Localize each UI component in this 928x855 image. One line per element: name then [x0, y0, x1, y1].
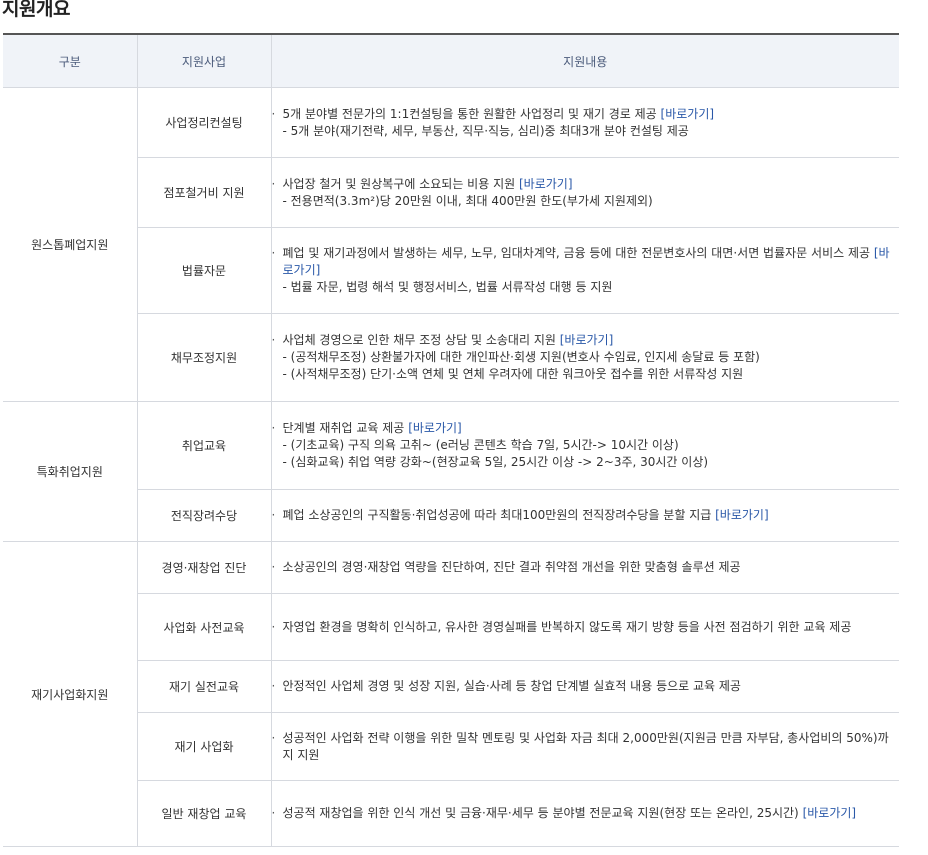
description-text: 자영업 환경을 명확히 인식하고, 유사한 경영실패를 반복하지 않도록 재기 …	[282, 619, 852, 634]
description-cell: 성공적 재창업을 위한 인식 개선 및 금융·재무·세무 등 분야별 전문교육 …	[271, 780, 900, 847]
description-main: 자영업 환경을 명확히 인식하고, 유사한 경영실패를 반복하지 않도록 재기 …	[272, 619, 900, 636]
shortcut-link[interactable]: [바로가기]	[803, 806, 857, 820]
description-sub: - 전용면적(3.3m²)당 20만원 이내, 최대 400만원 한도(부가세 …	[282, 193, 653, 208]
description-sub: - 법률 자문, 법령 해석 및 행정서비스, 법률 서류작성 대행 등 지원	[282, 280, 613, 294]
shortcut-link[interactable]: [바로가기]	[519, 177, 573, 191]
table-header-row: 구분 지원사업 지원내용	[3, 33, 899, 88]
description-sub: - (기초교육) 구직 의욕 고취~ (e러닝 콘텐츠 학습 7일, 5시간->…	[282, 438, 679, 452]
program-cell: 사업화 사전교육	[137, 593, 272, 661]
description-cell: 자영업 환경을 명확히 인식하고, 유사한 경영실패를 반복하지 않도록 재기 …	[271, 593, 900, 661]
program-cell: 법률자문	[137, 227, 272, 314]
program-cell: 취업교육	[137, 401, 272, 490]
description-main: 사업장 철거 및 원상복구에 소요되는 비용 지원 [바로가기]	[272, 176, 900, 193]
program-cell: 점포철거비 지원	[137, 157, 272, 228]
description-main: 5개 분야별 전문가의 1:1컨설팅을 통한 원활한 사업정리 및 재기 경로 …	[272, 106, 900, 123]
category-cell: 재기사업화지원	[3, 541, 138, 847]
header-program: 지원사업	[136, 33, 271, 88]
description-cell: 사업장 철거 및 원상복구에 소요되는 비용 지원 [바로가기] - 전용면적(…	[271, 157, 900, 228]
shortcut-link[interactable]: [바로가기]	[560, 333, 614, 347]
description-cell: 단계별 재취업 교육 제공 [바로가기] - (기초교육) 구직 의욕 고취~ …	[271, 401, 900, 490]
table-body: 원스톱폐업지원 사업정리컨설팅 5개 분야별 전문가의 1:1컨설팅을 통한 원…	[3, 87, 900, 847]
description-text: 폐업 및 재기과정에서 발생하는 세무, 노무, 임대차계약, 금융 등에 대한…	[282, 246, 871, 260]
description-text: 사업체 경영으로 인한 채무 조정 상담 및 소송대리 지원	[282, 333, 556, 347]
description-main: 폐업 소상공인의 구직활동·취업성공에 따라 최대100만원의 전직장려수당을 …	[272, 507, 900, 524]
category-cell: 원스톱폐업지원	[3, 87, 138, 402]
description-cell: 사업체 경영으로 인한 채무 조정 상담 및 소송대리 지원 [바로가기] - …	[271, 313, 900, 402]
table-row: 재기 실전교육 안정적인 사업체 경영 및 성장 지원, 실습·사례 등 창업 …	[3, 660, 900, 713]
program-cell: 일반 재창업 교육	[137, 780, 272, 847]
description-cell: 성공적인 사업화 전략 이행을 위한 밀착 멘토링 및 사업화 자금 최대 2,…	[271, 712, 900, 781]
shortcut-link[interactable]: [바로가기]	[408, 421, 462, 435]
program-cell: 경영·재창업 진단	[137, 541, 272, 594]
description-text: 안정적인 사업체 경영 및 성장 지원, 실습·사례 등 창업 단계별 실효적 …	[282, 679, 741, 693]
program-cell: 사업정리컨설팅	[137, 87, 272, 158]
description-sub: - 5개 분야(재기전략, 세무, 부동산, 직무·직능, 심리)중 최대3개 …	[282, 123, 689, 138]
program-cell: 재기 사업화	[137, 712, 272, 781]
description-sub: - (공적채무조정) 상환불가자에 대한 개인파산·회생 지원(변호사 수임료,…	[282, 350, 760, 364]
table-row: 재기 사업화 성공적인 사업화 전략 이행을 위한 밀착 멘토링 및 사업화 자…	[3, 712, 900, 781]
description-cell: 안정적인 사업체 경영 및 성장 지원, 실습·사례 등 창업 단계별 실효적 …	[271, 660, 900, 713]
header-category: 구분	[3, 33, 137, 88]
description-text: 소상공인의 경영·재창업 역량을 진단하여, 진단 결과 취약점 개선을 위한 …	[282, 560, 741, 574]
table-row: 특화취업지원 취업교육 단계별 재취업 교육 제공 [바로가기] - (기초교육…	[3, 401, 900, 542]
table-row: 법률자문 폐업 및 재기과정에서 발생하는 세무, 노무, 임대차계약, 금융 …	[3, 227, 900, 314]
page-title: 지원개요	[2, 0, 70, 20]
shortcut-link[interactable]: [바로가기]	[661, 107, 715, 121]
support-table: 구분 지원사업 지원내용 원스톱폐업지원 사업정리컨설팅 5개 분야별 전문가의…	[3, 33, 899, 847]
table-row: 전직장려수당 폐업 소상공인의 구직활동·취업성공에 따라 최대100만원의 전…	[3, 489, 900, 542]
program-cell: 채무조정지원	[137, 313, 272, 402]
shortcut-link[interactable]: [바로가기]	[715, 508, 769, 522]
description-main: 안정적인 사업체 경영 및 성장 지원, 실습·사례 등 창업 단계별 실효적 …	[272, 678, 900, 695]
description-text: 사업장 철거 및 원상복구에 소요되는 비용 지원	[282, 176, 516, 191]
description-main: 폐업 및 재기과정에서 발생하는 세무, 노무, 임대차계약, 금융 등에 대한…	[272, 245, 900, 279]
description-main: 소상공인의 경영·재창업 역량을 진단하여, 진단 결과 취약점 개선을 위한 …	[272, 559, 900, 576]
description-main: 성공적인 사업화 전략 이행을 위한 밀착 멘토링 및 사업화 자금 최대 2,…	[272, 730, 900, 764]
description-cell: 폐업 및 재기과정에서 발생하는 세무, 노무, 임대차계약, 금융 등에 대한…	[271, 227, 900, 314]
description-text: 단계별 재취업 교육 제공	[282, 421, 405, 435]
support-overview-page: 지원개요 구분 지원사업 지원내용 원스톱폐업지원 사업정리컨설팅 5개 분야별…	[0, 0, 928, 855]
header-content: 지원내용	[270, 33, 899, 88]
table-row: 원스톱폐업지원 사업정리컨설팅 5개 분야별 전문가의 1:1컨설팅을 통한 원…	[3, 87, 900, 402]
table-row: 채무조정지원 사업체 경영으로 인한 채무 조정 상담 및 소송대리 지원 [바…	[3, 313, 900, 402]
description-main: 단계별 재취업 교육 제공 [바로가기]	[272, 420, 900, 437]
description-sub: - (사적채무조정) 단기·소액 연체 및 연체 우려자에 대한 워크아웃 접수…	[282, 367, 744, 381]
table-row: 점포철거비 지원 사업장 철거 및 원상복구에 소요되는 비용 지원 [바로가기…	[3, 157, 900, 228]
description-cell: 5개 분야별 전문가의 1:1컨설팅을 통한 원활한 사업정리 및 재기 경로 …	[271, 87, 900, 158]
description-sub: - (심화교육) 취업 역량 강화~(현장교육 5일, 25시간 이상 -> 2…	[282, 455, 709, 469]
description-cell: 폐업 소상공인의 구직활동·취업성공에 따라 최대100만원의 전직장려수당을 …	[271, 489, 900, 542]
description-main: 성공적 재창업을 위한 인식 개선 및 금융·재무·세무 등 분야별 전문교육 …	[272, 805, 900, 822]
description-cell: 소상공인의 경영·재창업 역량을 진단하여, 진단 결과 취약점 개선을 위한 …	[271, 541, 900, 594]
description-text: 성공적 재창업을 위한 인식 개선 및 금융·재무·세무 등 분야별 전문교육 …	[282, 806, 799, 820]
table-row: 일반 재창업 교육 성공적 재창업을 위한 인식 개선 및 금융·재무·세무 등…	[3, 780, 900, 847]
description-main: 사업체 경영으로 인한 채무 조정 상담 및 소송대리 지원 [바로가기]	[272, 332, 900, 349]
table-row: 재기사업화지원 경영·재창업 진단 소상공인의 경영·재창업 역량을 진단하여,…	[3, 541, 900, 847]
table-row: 사업화 사전교육 자영업 환경을 명확히 인식하고, 유사한 경영실패를 반복하…	[3, 593, 900, 661]
description-text: 폐업 소상공인의 구직활동·취업성공에 따라 최대100만원의 전직장려수당을 …	[282, 508, 712, 522]
category-cell: 특화취업지원	[3, 401, 138, 542]
program-cell: 전직장려수당	[137, 489, 272, 542]
description-text: 5개 분야별 전문가의 1:1컨설팅을 통한 원활한 사업정리 및 재기 경로 …	[282, 106, 657, 121]
description-text: 성공적인 사업화 전략 이행을 위한 밀착 멘토링 및 사업화 자금 최대 2,…	[282, 730, 889, 762]
program-cell: 재기 실전교육	[137, 660, 272, 713]
